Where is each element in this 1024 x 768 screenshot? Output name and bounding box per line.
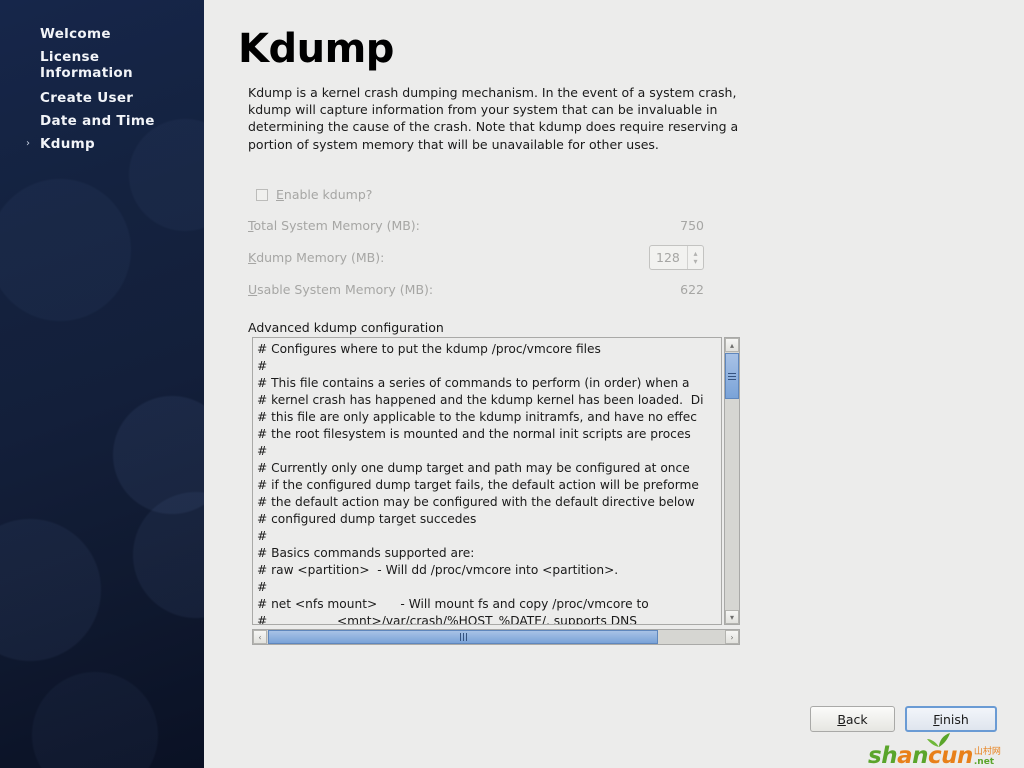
advanced-config-area: # Configures where to put the kdump /pro… [252, 337, 740, 645]
stepper-down-icon[interactable]: ▾ [693, 257, 697, 266]
usable-system-memory-value: 622 [680, 282, 704, 297]
finish-button-label: inish [939, 711, 969, 727]
config-line: # <mnt>/var/crash/%HOST_%DATE/, supports… [257, 614, 638, 625]
watermark: shancun 山村网 .net [868, 733, 1024, 768]
usable-system-memory-label: Usable System Memory (MB): [248, 282, 433, 297]
vertical-scrollbar[interactable]: ▴ ▾ [724, 337, 740, 625]
main-content: Kdump Kdump is a kernel crash dumping me… [204, 0, 1024, 768]
config-line: # [257, 580, 268, 594]
scrollbar-grip-icon [459, 633, 467, 641]
enable-kdump-row[interactable]: Enable kdump? [256, 187, 372, 202]
sidebar-nav: › Welcome License Information Create Use… [0, 0, 204, 768]
watermark-part-1: sh [868, 743, 898, 768]
config-line: # configured dump target succedes [257, 512, 477, 526]
scroll-up-icon[interactable]: ▴ [725, 338, 739, 352]
scroll-down-icon[interactable]: ▾ [725, 610, 739, 624]
config-line: # the default action may be configured w… [257, 495, 695, 509]
horizontal-scrollbar-thumb[interactable] [268, 630, 658, 644]
config-line: # the root filesystem is mounted and the… [257, 427, 691, 441]
config-line: # if the configured dump target fails, t… [257, 478, 699, 492]
active-item-arrow-icon: › [26, 138, 30, 149]
enable-kdump-checkbox[interactable] [256, 188, 268, 201]
config-line: # Configures where to put the kdump /pro… [257, 342, 601, 356]
back-button-label: ack [845, 711, 868, 727]
kdump-memory-value[interactable]: 128 [650, 246, 687, 269]
back-button-mnemonic: B [837, 711, 846, 727]
config-line: # kernel crash has happened and the kdum… [257, 393, 704, 407]
enable-kdump-label-rest: nable kdump? [283, 187, 373, 202]
watermark-suffix: 山村网 .net [974, 747, 1001, 768]
usable-system-memory-row: Usable System Memory (MB): 622 [248, 282, 704, 297]
config-line: # Basics commands supported are: [257, 546, 475, 560]
kdump-memory-row[interactable]: Kdump Memory (MB): 128 ▴ ▾ [248, 245, 704, 270]
usable-memory-label-rest: sable System Memory (MB): [257, 282, 434, 297]
total-system-memory-row: Total System Memory (MB): 750 [248, 218, 704, 233]
leaf-icon [927, 733, 950, 747]
config-line: # Currently only one dump target and pat… [257, 461, 690, 475]
back-button[interactable]: Back [810, 706, 895, 732]
kdump-memory-label: Kdump Memory (MB): [248, 250, 384, 265]
kdump-memory-label-rest: dump Memory (MB): [256, 250, 385, 265]
watermark-net-text: .net [973, 757, 995, 767]
sidebar-item-create-user[interactable]: Create User [40, 90, 133, 106]
kdump-memory-stepper[interactable]: 128 ▴ ▾ [649, 245, 704, 270]
total-memory-label-rest: otal System Memory (MB): [253, 218, 420, 233]
vertical-scrollbar-thumb[interactable] [725, 353, 739, 399]
config-line: # net <nfs mount> - Will mount fs and co… [257, 597, 649, 611]
config-line: # [257, 529, 268, 543]
watermark-cn-text: 山村网 [973, 747, 1001, 757]
config-line: # This file contains a series of command… [257, 376, 690, 390]
kdump-memory-stepper-arrows[interactable]: ▴ ▾ [687, 246, 703, 269]
total-system-memory-label: Total System Memory (MB): [248, 218, 420, 233]
usable-memory-mnemonic: U [248, 282, 258, 297]
sidebar-item-date-and-time[interactable]: Date and Time [40, 113, 155, 129]
sidebar-item-kdump[interactable]: Kdump [40, 136, 95, 152]
kdump-memory-mnemonic: K [248, 250, 257, 265]
watermark-part-2: a [897, 743, 913, 768]
sidebar-item-welcome[interactable]: Welcome [40, 26, 111, 42]
sidebar-item-license-information[interactable]: License Information [40, 49, 133, 81]
horizontal-scrollbar[interactable]: ‹ › [252, 629, 740, 645]
advanced-config-label: Advanced kdump configuration [248, 320, 444, 335]
total-system-memory-value: 750 [680, 218, 704, 233]
page-description: Kdump is a kernel crash dumping mechanis… [248, 85, 739, 152]
page-title: Kdump [238, 26, 394, 72]
scroll-left-icon[interactable]: ‹ [253, 630, 267, 644]
config-line: # [257, 444, 268, 458]
finish-button[interactable]: Finish [905, 706, 997, 732]
enable-kdump-mnemonic: E [276, 187, 284, 202]
config-line: # [257, 359, 268, 373]
enable-kdump-label: Enable kdump? [276, 187, 372, 202]
scrollbar-grip-icon [728, 372, 736, 380]
watermark-text: shancun [868, 744, 973, 768]
config-line: # this file are only applicable to the k… [257, 410, 697, 424]
config-line: # raw <partition> - Will dd /proc/vmcore… [257, 563, 619, 577]
installer-window: › Welcome License Information Create Use… [0, 0, 1024, 768]
advanced-config-textarea[interactable]: # Configures where to put the kdump /pro… [252, 337, 722, 625]
scroll-right-icon[interactable]: › [725, 630, 739, 644]
